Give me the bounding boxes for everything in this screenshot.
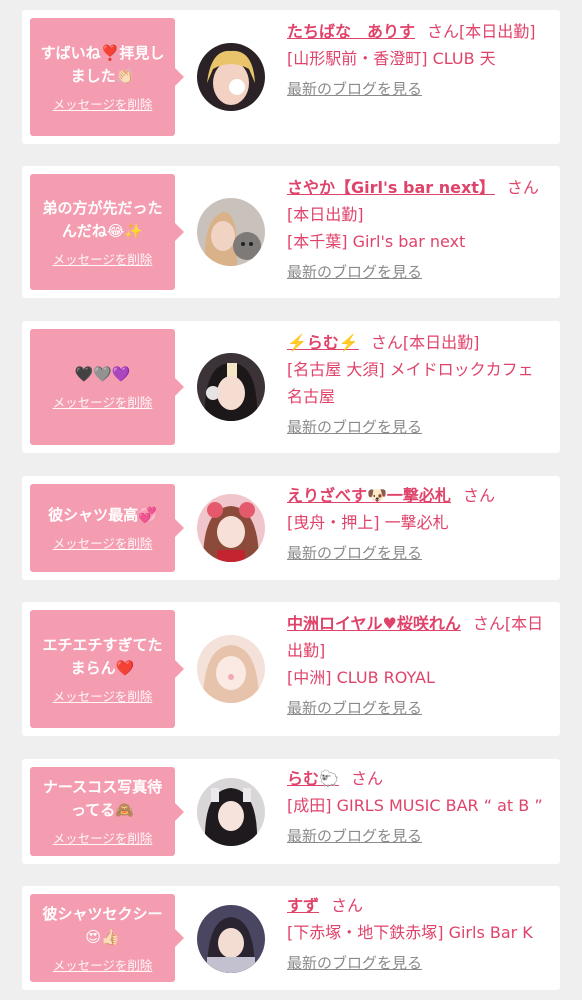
cast-info: ⚡️らむ⚡️ さん[本日出勤] [名古屋 大須] メイドロックカフェ名古屋 最新の…	[287, 329, 549, 441]
shop-text: [本千葉] Girl's bar next	[287, 232, 466, 251]
delete-message-link[interactable]: メッセージを削除	[53, 955, 153, 974]
list-item: 彼シャツセクシー😍👍🏻 メッセージを削除 すず さん [下赤塚・地下鉄赤塚] Gi…	[22, 886, 560, 990]
list-item: すばいね❣️拝見しました👏🏻 メッセージを削除 たちばな ありす さん[本日出勤]…	[22, 10, 560, 144]
honorific: さん	[427, 22, 460, 41]
latest-blog-link[interactable]: 最新のブログを見る	[287, 823, 549, 850]
list-item: 弟の方が先だったんだね😂✨ メッセージを削除 さやか【Girl's bar ne…	[22, 166, 560, 298]
honorific: さん	[472, 614, 505, 633]
message-text: 弟の方が先だったんだね😂✨	[42, 198, 163, 240]
latest-blog-link[interactable]: 最新のブログを見る	[287, 950, 549, 977]
cast-name-link[interactable]: さやか【Girl's bar next】	[287, 178, 495, 197]
latest-blog-link[interactable]: 最新のブログを見る	[287, 695, 549, 722]
delete-message-link[interactable]: メッセージを削除	[53, 828, 153, 847]
honorific: さん	[331, 896, 364, 915]
delete-message-link[interactable]: メッセージを削除	[53, 249, 153, 268]
list-item: ナースコス写真待ってる🙈 メッセージを削除 らむ🐑 さん [成田] GIRLS M…	[22, 759, 560, 864]
cast-name-link[interactable]: らむ🐑	[287, 769, 339, 788]
avatar[interactable]	[197, 635, 265, 703]
message-text: ナースコス写真待ってる🙈	[42, 778, 163, 819]
message-bubble: 弟の方が先だったんだね😂✨ メッセージを削除	[30, 174, 184, 290]
cast-name-link[interactable]: たちばな ありす	[287, 22, 415, 41]
shop-text: [山形駅前・香澄町] CLUB 天	[287, 49, 496, 68]
list-item: 彼シャツ最高💞 メッセージを削除 えりざべす🐶一撃必札 さん [曳舟・押上] 一撃…	[22, 476, 560, 580]
cast-info: えりざべす🐶一撃必札 さん [曳舟・押上] 一撃必札 最新のブログを見る	[287, 482, 549, 567]
delete-message-link[interactable]: メッセージを削除	[53, 392, 153, 411]
cast-name-link[interactable]: すず	[287, 896, 319, 915]
latest-blog-link[interactable]: 最新のブログを見る	[287, 259, 549, 286]
avatar[interactable]	[197, 43, 265, 111]
list-item: エチエチすぎてたまらん❤️ メッセージを削除 中洲ロイヤル♥桜咲れん さん[本日出…	[22, 602, 560, 736]
shop-text: [名古屋 大須] メイドロックカフェ名古屋	[287, 360, 534, 406]
cast-info: 中洲ロイヤル♥桜咲れん さん[本日出勤] [中洲] CLUB ROYAL 最新のブ…	[287, 610, 549, 722]
cast-info: さやか【Girl's bar next】 さん [本日出勤] [本千葉] Girl…	[287, 174, 549, 286]
cast-name-link[interactable]: 中洲ロイヤル♥桜咲れん	[287, 614, 461, 633]
latest-blog-link[interactable]: 最新のブログを見る	[287, 76, 549, 103]
shop-text: [曳舟・押上] 一撃必札	[287, 513, 449, 532]
cast-info: すず さん [下赤塚・地下鉄赤塚] Girls Bar K 最新のブログを見る	[287, 892, 549, 977]
list-item: 🖤🩶💜 メッセージを削除 ⚡️らむ⚡️ さん[本日出勤] [名古屋 大須] メイド…	[22, 321, 560, 453]
avatar[interactable]	[197, 778, 265, 846]
message-text: 🖤🩶💜	[74, 365, 131, 383]
honorific: さん	[506, 178, 539, 197]
cast-name-link[interactable]: ⚡️らむ⚡️	[287, 333, 359, 352]
cast-info: らむ🐑 さん [成田] GIRLS MUSIC BAR “ at B ” 最新のブ…	[287, 765, 549, 850]
shop-text: [下赤塚・地下鉄赤塚] Girls Bar K	[287, 923, 533, 942]
status-text: [本日出勤]	[402, 333, 480, 352]
message-bubble: ナースコス写真待ってる🙈 メッセージを削除	[30, 767, 184, 856]
shop-text: [中洲] CLUB ROYAL	[287, 668, 435, 687]
avatar[interactable]	[197, 353, 265, 421]
message-text: エチエチすぎてたまらん❤️	[42, 635, 163, 677]
cast-info: たちばな ありす さん[本日出勤] [山形駅前・香澄町] CLUB 天 最新のブロ…	[287, 18, 549, 103]
message-bubble: 彼シャツ最高💞 メッセージを削除	[30, 484, 184, 572]
message-bubble: 彼シャツセクシー😍👍🏻 メッセージを削除	[30, 894, 184, 982]
status-text: [本日出勤]	[287, 205, 364, 224]
avatar[interactable]	[197, 905, 265, 973]
status-text: [本日出勤]	[459, 22, 536, 41]
delete-message-link[interactable]: メッセージを削除	[53, 686, 153, 705]
message-bubble: エチエチすぎてたまらん❤️ メッセージを削除	[30, 610, 184, 728]
delete-message-link[interactable]: メッセージを削除	[53, 94, 153, 113]
message-text: 彼シャツセクシー😍👍🏻	[42, 904, 163, 946]
cast-name-link[interactable]: えりざべす🐶一撃必札	[287, 486, 451, 505]
honorific: さん	[462, 486, 495, 505]
honorific: さん	[370, 333, 403, 352]
shop-text: [成田] GIRLS MUSIC BAR “ at B ”	[287, 796, 543, 815]
delete-message-link[interactable]: メッセージを削除	[53, 533, 153, 552]
avatar[interactable]	[197, 198, 265, 266]
avatar[interactable]	[197, 494, 265, 562]
latest-blog-link[interactable]: 最新のブログを見る	[287, 414, 549, 441]
honorific: さん	[350, 769, 383, 788]
message-bubble: すばいね❣️拝見しました👏🏻 メッセージを削除	[30, 18, 184, 136]
latest-blog-link[interactable]: 最新のブログを見る	[287, 540, 549, 567]
message-bubble: 🖤🩶💜 メッセージを削除	[30, 329, 184, 445]
message-text: すばいね❣️拝見しました👏🏻	[40, 43, 165, 85]
message-text: 彼シャツ最高💞	[48, 506, 157, 524]
